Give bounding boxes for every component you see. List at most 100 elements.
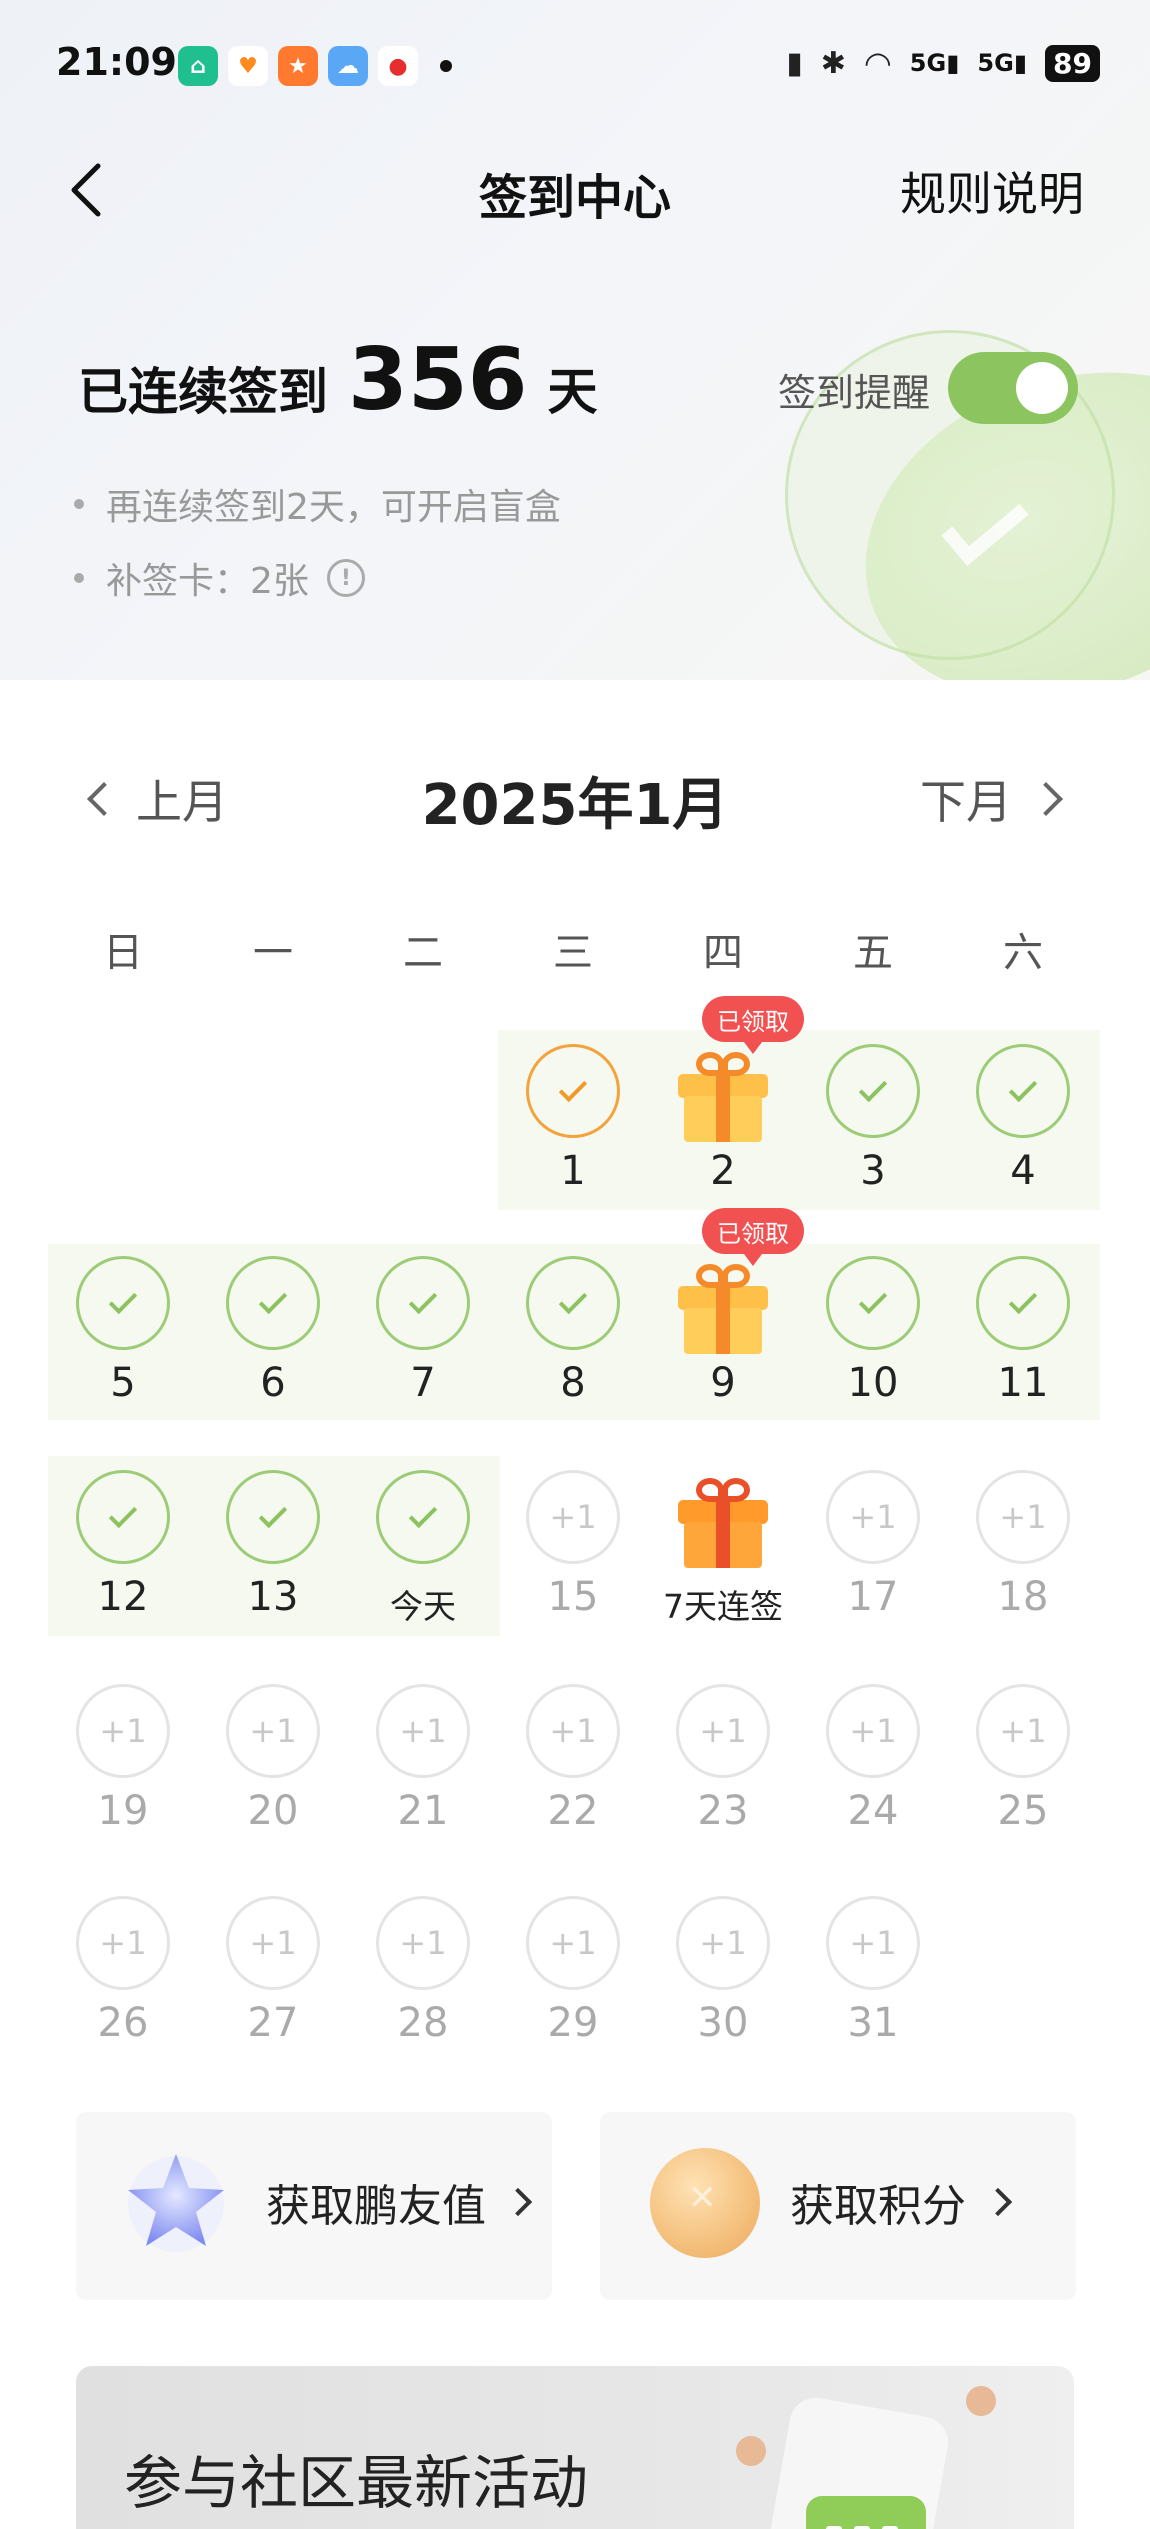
check-icon: [558, 1285, 588, 1315]
check-icon: [1008, 1073, 1038, 1103]
calendar-day[interactable]: +1 23: [648, 1670, 798, 1850]
calendar-day[interactable]: 1: [498, 1030, 648, 1210]
day-number: 22: [547, 1788, 599, 1834]
bullet-dot: [74, 499, 84, 509]
signed-check-circle: [826, 1044, 920, 1138]
more-notifications-dot: [440, 60, 452, 72]
day-number: 23: [697, 1788, 749, 1834]
calendar-day[interactable]: +1 26: [48, 1882, 198, 2062]
calendar-day-reward[interactable]: 7天连签: [648, 1456, 798, 1636]
signed-check-circle: [976, 1256, 1070, 1350]
day-number: 7: [410, 1360, 436, 1406]
calendar-day[interactable]: 已领取 2: [648, 996, 804, 1210]
weekday-label: 二: [403, 930, 443, 976]
day-number: 11: [997, 1360, 1049, 1406]
calendar-day[interactable]: +1 24: [798, 1670, 948, 1850]
calendar-day[interactable]: 13: [198, 1456, 348, 1636]
calendar-day[interactable]: +1 25: [948, 1670, 1098, 1850]
day-number: 18: [997, 1574, 1049, 1620]
calendar-day[interactable]: 5: [48, 1242, 198, 1422]
calendar-day[interactable]: 8: [498, 1242, 648, 1422]
calendar-day[interactable]: +1 20: [198, 1670, 348, 1850]
status-bar: 21:09 ⌂ ♥ ★ ☁ ● ▮ ✱ ◠ 5G▮ 5G▮ 89: [0, 0, 1150, 130]
day-number: 31: [847, 2000, 899, 2046]
plus-one-circle: +1: [226, 1684, 320, 1778]
check-icon: [108, 1285, 138, 1315]
get-points-card[interactable]: 获取积分: [600, 2112, 1076, 2300]
next-month-button[interactable]: 下月: [920, 766, 1068, 832]
chevron-right-icon: [503, 2187, 533, 2217]
calendar-day[interactable]: +1 19: [48, 1670, 198, 1850]
rules-link[interactable]: 规则说明: [900, 158, 1084, 224]
day-number: 21: [397, 1788, 449, 1834]
calendar-day[interactable]: 已领取 9: [648, 1208, 804, 1422]
plus-one-circle: +1: [376, 1684, 470, 1778]
toggle-knob: [1016, 362, 1068, 414]
seven-day-streak-label: 7天连签: [663, 1587, 783, 1626]
calendar-day[interactable]: 10: [798, 1242, 948, 1422]
friend-value-label: 获取鹏友值: [266, 2170, 533, 2234]
plus-one-circle: +1: [676, 1684, 770, 1778]
calendar-day[interactable]: 11: [948, 1242, 1098, 1422]
calendar-day[interactable]: 4: [948, 1030, 1098, 1210]
calendar-day[interactable]: +1 18: [948, 1456, 1098, 1636]
signed-check-circle: [976, 1044, 1070, 1138]
weekday-label: 五: [853, 930, 893, 976]
app-notification-icon: ★: [278, 46, 318, 86]
calendar-day[interactable]: +1 29: [498, 1882, 648, 2062]
weekday-label: 三: [553, 930, 593, 976]
plus-one-circle: +1: [526, 1684, 620, 1778]
calendar-day[interactable]: 7: [348, 1242, 498, 1422]
streak-prefix: 已连续签到: [78, 363, 328, 421]
calendar-day-today[interactable]: 今天: [348, 1456, 498, 1636]
calendar-day[interactable]: +1 31: [798, 1882, 948, 2062]
signed-check-circle: [76, 1470, 170, 1564]
calendar-day[interactable]: 3: [798, 1030, 948, 1210]
weather-app-icon: ☁: [328, 46, 368, 86]
calendar-day[interactable]: +1 22: [498, 1670, 648, 1850]
streak-days: 356: [348, 330, 528, 430]
app-notification-icon: ●: [378, 46, 418, 86]
calendar-day[interactable]: +1 30: [648, 1882, 798, 2062]
status-indicators: ▮ ✱ ◠ 5G▮ 5G▮ 89: [786, 44, 1100, 82]
plus-one-circle: +1: [826, 1896, 920, 1990]
reminder-toggle[interactable]: [948, 352, 1078, 424]
reminder-label: 签到提醒: [778, 371, 931, 415]
today-label: 今天: [390, 1587, 456, 1626]
calendar-day[interactable]: +1 21: [348, 1670, 498, 1850]
streak-summary: 已连续签到 356 天: [78, 330, 598, 430]
claimed-badge: 已领取: [702, 1208, 804, 1266]
get-friend-value-card[interactable]: 获取鹏友值: [76, 2112, 552, 2300]
day-number: 29: [547, 2000, 599, 2046]
tip-item: 再连续签到2天，可开启盲盒: [74, 478, 561, 530]
calendar-day[interactable]: 6: [198, 1242, 348, 1422]
plus-one-circle: +1: [826, 1470, 920, 1564]
info-icon[interactable]: !: [326, 559, 365, 597]
plus-one-circle: +1: [526, 1896, 620, 1990]
battery-indicator: 89: [1045, 44, 1100, 82]
check-icon: [108, 1499, 138, 1529]
signed-check-circle: [226, 1470, 320, 1564]
weekday-label: 日: [103, 930, 143, 976]
signed-check-circle: [226, 1256, 320, 1350]
points-label: 获取积分: [790, 2170, 1013, 2234]
check-icon: [408, 1499, 438, 1529]
app-notification-icon: ⌂: [178, 46, 218, 86]
plus-one-circle: +1: [76, 1684, 170, 1778]
app-notification-icon: ♥: [228, 46, 268, 86]
notification-icons: ⌂ ♥ ★ ☁ ●: [178, 46, 452, 86]
calendar-day[interactable]: +1 27: [198, 1882, 348, 2062]
day-number: 13: [247, 1574, 299, 1620]
tip-item: 补签卡：2张 !: [74, 552, 561, 604]
calendar-day[interactable]: +1 28: [348, 1882, 498, 2062]
claimed-badge: 已领取: [702, 996, 804, 1054]
community-activity-banner[interactable]: 参与社区最新活动: [76, 2366, 1074, 2529]
wifi-icon: ◠: [863, 44, 892, 82]
calendar-day[interactable]: +1 15: [498, 1456, 648, 1636]
calendar-day[interactable]: +1 17: [798, 1456, 948, 1636]
plus-one-circle: +1: [526, 1470, 620, 1564]
day-number: 2: [710, 1148, 736, 1194]
calendar-day[interactable]: 12: [48, 1456, 198, 1636]
signed-check-circle: [826, 1256, 920, 1350]
day-number: 30: [697, 2000, 749, 2046]
